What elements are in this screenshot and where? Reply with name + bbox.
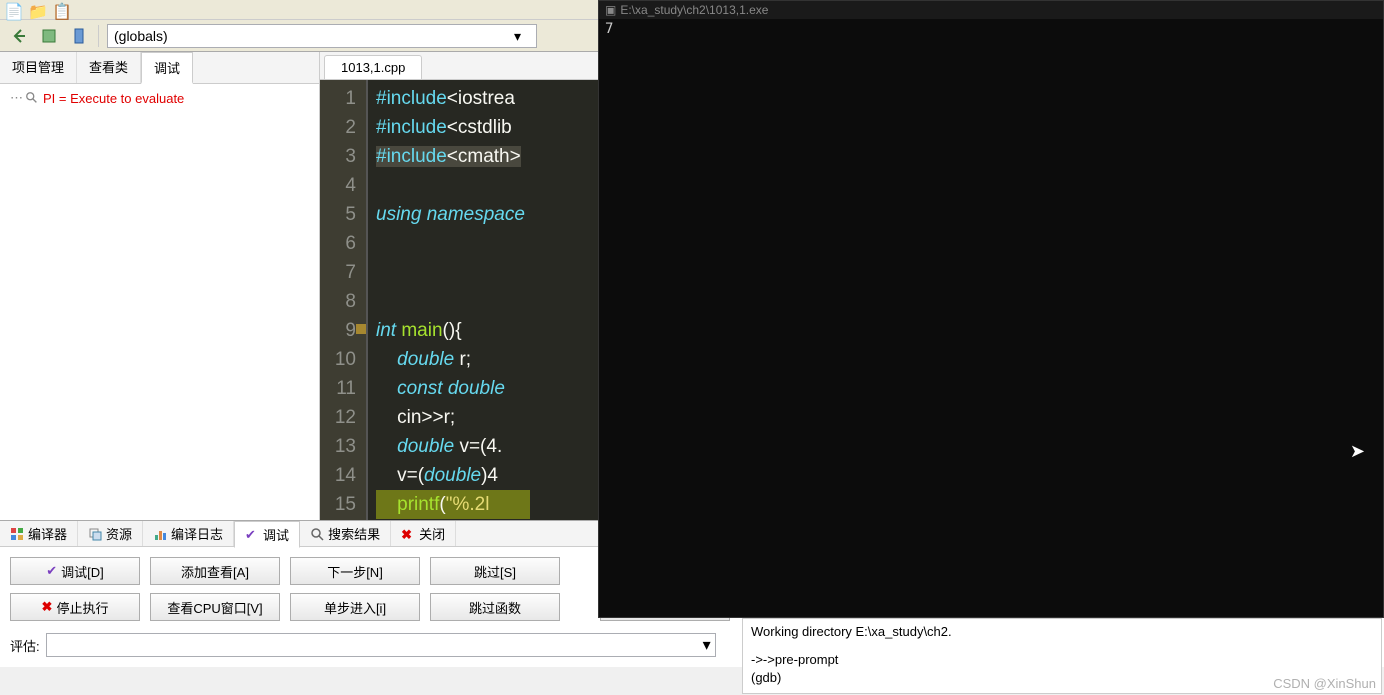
gdb-line: ->->pre-prompt	[751, 651, 1373, 669]
gdb-line: Working directory E:\xa_study\ch2.	[751, 623, 1373, 641]
debug-button[interactable]: ✔调试[D]	[10, 557, 140, 585]
file-tab-active[interactable]: 1013,1.cpp	[324, 55, 422, 79]
chart-icon	[153, 527, 167, 541]
sidebar-tabs: 项目管理 查看类 调试	[0, 52, 319, 84]
tool-icon[interactable]: 📁	[28, 2, 46, 18]
console-output: 7	[599, 19, 1383, 39]
tab-class[interactable]: 查看类	[77, 52, 141, 83]
line-number-gutter: 123456789101112131415	[320, 80, 368, 520]
watermark: CSDN @XinShun	[1273, 676, 1376, 691]
cpu-window-button[interactable]: 查看CPU窗口[V]	[150, 593, 280, 621]
tool-icon[interactable]: 📋	[52, 2, 70, 18]
bottom-tab-搜索结果[interactable]: 搜索结果	[300, 521, 391, 546]
eval-input[interactable]: ▾	[46, 633, 716, 657]
tab-project[interactable]: 项目管理	[0, 52, 77, 83]
tree-item-pi[interactable]: ⋯ PI = Execute to evaluate	[10, 90, 309, 106]
chevron-down-icon: ▾	[514, 28, 530, 44]
code-content[interactable]: #include<iostrea#include<cstdlib#include…	[368, 80, 530, 520]
bottom-tab-关闭[interactable]: ✖关闭	[391, 521, 456, 546]
back-icon[interactable]	[8, 25, 30, 47]
search-icon	[310, 527, 324, 541]
copy-icon	[88, 527, 102, 541]
app-icon: ▣	[605, 3, 616, 17]
x-icon: ✖	[42, 599, 53, 615]
bottom-tab-编译日志[interactable]: 编译日志	[143, 521, 234, 546]
tree-item-label: PI = Execute to evaluate	[43, 91, 184, 106]
grid-icon	[10, 527, 24, 541]
step-into-button[interactable]: 单步进入[i]	[290, 593, 420, 621]
eval-label: 评估:	[10, 636, 40, 655]
globals-label: (globals)	[114, 28, 168, 44]
add-watch-button[interactable]: 添加查看[A]	[150, 557, 280, 585]
check-icon: ✔	[46, 563, 57, 579]
tree-connector: ⋯	[10, 90, 21, 106]
close-icon: ✖	[401, 527, 415, 541]
magnifier-icon	[25, 91, 39, 105]
stop-button[interactable]: ✖停止执行	[10, 593, 140, 621]
forward-icon[interactable]	[38, 25, 60, 47]
cursor-icon: ➤	[1350, 441, 1365, 462]
next-step-button[interactable]: 下一步[N]	[290, 557, 420, 585]
console-title-text: E:\xa_study\ch2\1013,1.exe	[620, 3, 768, 17]
console-window[interactable]: ▣ E:\xa_study\ch2\1013,1.exe 7 ➤	[598, 0, 1384, 618]
bookmark-icon[interactable]	[68, 25, 90, 47]
bottom-tab-编译器[interactable]: 编译器	[0, 521, 78, 546]
console-titlebar: ▣ E:\xa_study\ch2\1013,1.exe	[599, 1, 1383, 19]
skip-func-button[interactable]: 跳过函数	[430, 593, 560, 621]
tab-debug[interactable]: 调试	[141, 52, 193, 84]
left-sidebar: 项目管理 查看类 调试 ⋯ PI = Execute to evaluate	[0, 52, 320, 520]
debug-tree: ⋯ PI = Execute to evaluate	[0, 84, 319, 520]
tool-icon[interactable]: 📄	[4, 2, 22, 18]
bottom-tab-资源[interactable]: 资源	[78, 521, 143, 546]
check-icon: ✔	[245, 527, 259, 541]
skip-button[interactable]: 跳过[S]	[430, 557, 560, 585]
globals-dropdown[interactable]: (globals) ▾	[107, 24, 537, 48]
chevron-down-icon: ▾	[703, 635, 711, 655]
bottom-tab-调试[interactable]: ✔调试	[234, 521, 300, 548]
